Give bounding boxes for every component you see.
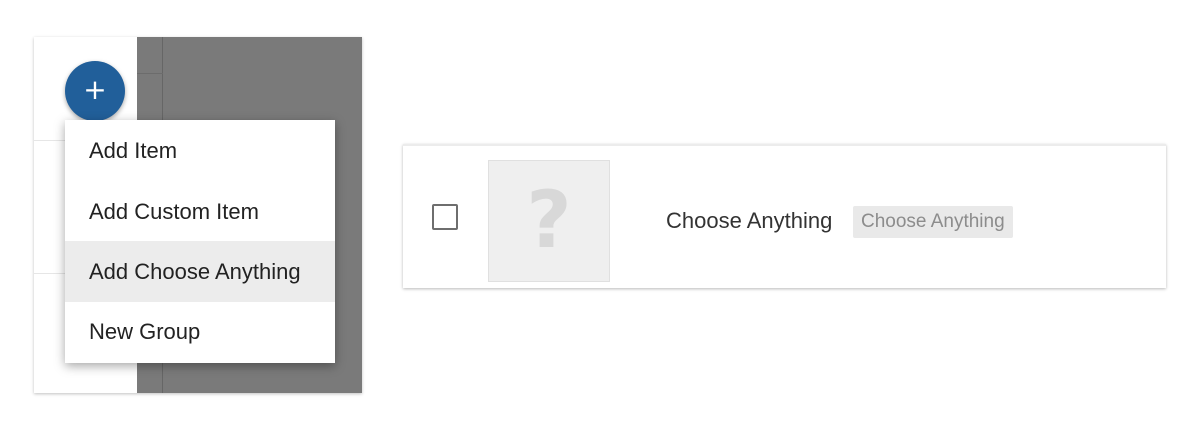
add-fab-button[interactable]: + — [65, 61, 125, 121]
menu-item-new-group[interactable]: New Group — [65, 301, 335, 362]
item-title: Choose Anything — [666, 208, 833, 233]
plus-icon: + — [83, 73, 107, 106]
menu-item-label: Add Custom Item — [89, 198, 259, 224]
stage: + Add Item Add Custom Item Add Choose An… — [0, 0, 1200, 422]
item-thumbnail: ? — [488, 160, 610, 282]
menu-item-label: New Group — [89, 318, 201, 344]
overlay-divider — [137, 73, 163, 74]
item-card: ? Choose Anything Choose Anything — [403, 144, 1166, 288]
menu-item-add-item[interactable]: Add Item — [65, 120, 335, 181]
menu-item-add-choose-anything[interactable]: Add Choose Anything — [65, 241, 335, 302]
question-mark-icon: ? — [526, 176, 572, 266]
select-checkbox[interactable] — [432, 204, 458, 230]
menu-item-label: Add Choose Anything — [89, 258, 301, 284]
menu-item-label: Add Item — [89, 137, 178, 163]
add-menu: Add Item Add Custom Item Add Choose Anyt… — [65, 120, 335, 363]
menu-item-add-custom-item[interactable]: Add Custom Item — [65, 181, 335, 242]
item-type-badge: Choose Anything — [853, 206, 1013, 238]
